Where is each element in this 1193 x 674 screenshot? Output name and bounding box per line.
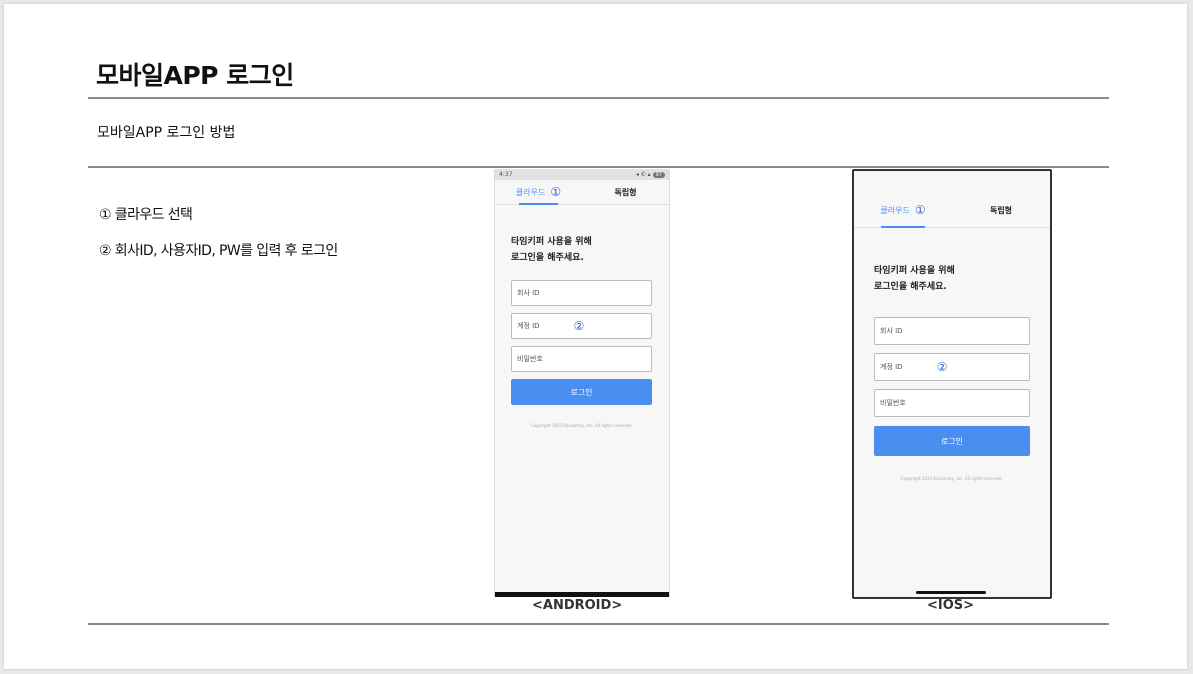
ios-tab-bar: 클라우드 ① 독립형 <box>854 193 1050 228</box>
android-password-field[interactable]: 비밀번호 <box>511 346 652 372</box>
android-password-placeholder: 비밀번호 <box>517 355 543 363</box>
ios-tab-cloud-label: 클라우드 <box>880 205 910 215</box>
page-subtitle: 모바일APP 로그인 방법 <box>97 125 236 141</box>
ios-home-indicator <box>916 591 986 594</box>
android-account-id-field[interactable]: 계정 ID ② <box>511 313 652 339</box>
android-status-time: 4:37 <box>499 171 513 178</box>
android-status-icons: ◂ ✆ ▴ 97 <box>636 171 665 178</box>
android-field-marker: ② <box>573 319 585 333</box>
ios-caption: <IOS> <box>927 598 975 613</box>
android-tab-bar: 클라우드 ① 독립형 <box>495 180 669 205</box>
ios-field-marker: ② <box>936 360 948 374</box>
android-copyright: Copyright 2023 Rocusmay, Inc. All rights… <box>531 423 633 428</box>
android-heading-line2: 로그인을 해주세요. <box>511 253 584 263</box>
android-heading-line1: 타임키퍼 사용을 위해 <box>511 237 592 247</box>
android-company-id-placeholder: 회사 ID <box>517 289 540 297</box>
signal-icon: ◂ ✆ ▴ <box>635 171 651 178</box>
step-list: ① 클라우드 선택 ② 회사ID, 사용자ID, PW를 입력 후 로그인 <box>99 204 338 276</box>
title-divider <box>88 97 1109 99</box>
ios-company-id-field[interactable]: 회사 ID <box>874 317 1030 345</box>
ios-password-field[interactable]: 비밀번호 <box>874 389 1030 417</box>
ios-heading-line2: 로그인을 해주세요. <box>874 282 947 292</box>
bottom-divider <box>88 623 1109 625</box>
ios-heading: 타임키퍼 사용을 위해 로그인을 해주세요. <box>874 263 1050 295</box>
android-nav-bar <box>495 592 669 597</box>
android-caption: <ANDROID> <box>532 598 623 613</box>
ios-login-button[interactable]: 로그인 <box>874 426 1030 456</box>
ios-company-id-placeholder: 회사 ID <box>880 327 903 335</box>
android-tab-cloud[interactable]: 클라우드 ① <box>495 180 582 205</box>
android-tab-cloud-label: 클라우드 <box>515 187 546 197</box>
ios-tab-cloud[interactable]: 클라우드 ① <box>854 193 952 228</box>
android-status-bar: 4:37 ◂ ✆ ▴ 97 <box>495 169 669 180</box>
android-company-id-field[interactable]: 회사 ID <box>511 280 652 306</box>
android-heading: 타임키퍼 사용을 위해 로그인을 해주세요. <box>511 234 669 266</box>
android-tab-standalone[interactable]: 독립형 <box>582 180 669 204</box>
page-title: 모바일APP 로그인 <box>96 61 294 90</box>
subtitle-divider <box>88 166 1109 168</box>
ios-account-id-placeholder: 계정 ID <box>880 363 903 371</box>
android-account-id-placeholder: 계정 ID <box>517 322 540 330</box>
ios-account-id-field[interactable]: 계정 ID ② <box>874 353 1030 381</box>
ios-copyright: Copyright 2023 Rocusmay, Inc. All rights… <box>901 476 1003 481</box>
step-2: ② 회사ID, 사용자ID, PW를 입력 후 로그인 <box>99 243 338 259</box>
ios-screenshot: 클라우드 ① 독립형 타임키퍼 사용을 위해 로그인을 해주세요. 회사 ID … <box>852 169 1052 599</box>
android-login-button[interactable]: 로그인 <box>511 379 652 405</box>
android-screenshot: 4:37 ◂ ✆ ▴ 97 클라우드 ① 독립형 타임키퍼 사용을 위해 로그인… <box>494 169 670 597</box>
ios-password-placeholder: 비밀번호 <box>880 399 906 407</box>
ios-heading-line1: 타임키퍼 사용을 위해 <box>874 266 955 276</box>
ios-tab-standalone[interactable]: 독립형 <box>952 193 1050 227</box>
android-tab-marker: ① <box>550 185 562 199</box>
ios-tab-marker: ① <box>914 203 926 217</box>
step-1: ① 클라우드 선택 <box>99 207 193 223</box>
battery-badge: 97 <box>652 172 665 178</box>
